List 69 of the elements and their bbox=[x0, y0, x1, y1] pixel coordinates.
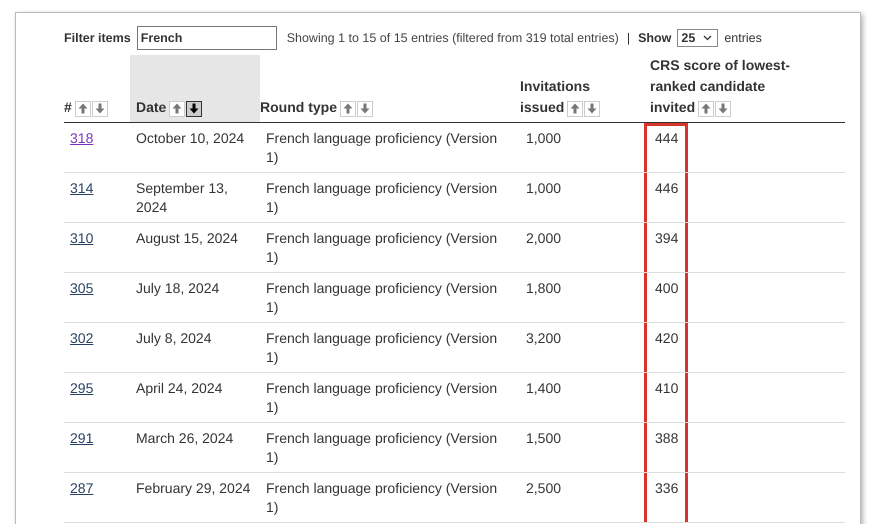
table-cell: February 29, 2024 bbox=[136, 480, 250, 496]
draw-number-link[interactable]: 318 bbox=[70, 130, 94, 146]
table-cell: 1,400 bbox=[526, 380, 562, 396]
table-cell: March 26, 2024 bbox=[136, 430, 234, 446]
header-label: # bbox=[64, 97, 108, 118]
table-cell: French language proficiency (Version 1) bbox=[266, 180, 498, 215]
outlined-cell: 444 bbox=[644, 123, 688, 172]
outlined-cell: 336 bbox=[644, 473, 688, 522]
outlined-cell: 446 bbox=[644, 173, 688, 222]
table-cell: August 15, 2024 bbox=[136, 230, 238, 246]
sort-ascending-button[interactable] bbox=[74, 100, 91, 116]
table-cell: July 8, 2024 bbox=[136, 330, 212, 346]
table-cell: 1,000 bbox=[526, 180, 562, 196]
arrow-down-icon bbox=[94, 103, 105, 114]
table-cell: French language proficiency (Version 1) bbox=[266, 230, 498, 265]
filter-input[interactable]: French bbox=[136, 26, 277, 50]
sort-ascending-button[interactable] bbox=[340, 100, 356, 116]
header-label: CRS score of lowest-ranked candidate invited bbox=[650, 56, 792, 118]
header-label: Invitations issued bbox=[520, 76, 638, 118]
show-label: Show bbox=[638, 31, 672, 45]
header-label: Date bbox=[136, 97, 202, 118]
arrow-up-icon bbox=[78, 103, 88, 114]
outlined-cell: 388 bbox=[644, 423, 688, 472]
separator: | bbox=[626, 31, 630, 45]
arrow-up-icon bbox=[570, 103, 580, 114]
sort-ascending-button[interactable] bbox=[169, 100, 186, 116]
draw-number-link[interactable]: 310 bbox=[70, 230, 94, 246]
table-cell: 1,500 bbox=[526, 430, 562, 446]
draw-number-link[interactable]: 302 bbox=[70, 330, 94, 346]
table-cell: October 10, 2024 bbox=[136, 130, 244, 146]
arrow-up-icon bbox=[701, 103, 712, 114]
table-cell: French language proficiency (Version 1) bbox=[266, 130, 498, 165]
outlined-cell: 400 bbox=[644, 273, 688, 322]
table-cell: French language proficiency (Version 1) bbox=[266, 430, 498, 465]
arrow-up-icon bbox=[343, 103, 353, 114]
table-cell: French language proficiency (Version 1) bbox=[266, 380, 498, 415]
entries-info: Showing 1 to 15 of 15 entries (filtered from 319 total entries) bbox=[286, 31, 619, 45]
outlined-cell: 410 bbox=[644, 373, 688, 422]
arrow-down-icon bbox=[189, 103, 200, 114]
arrow-down-icon bbox=[718, 103, 728, 114]
entries-label: entries bbox=[724, 31, 762, 45]
outlined-cell: 420 bbox=[644, 323, 688, 372]
table-cell: July 18, 2024 bbox=[136, 280, 220, 296]
header-label: Round type bbox=[260, 97, 373, 118]
draw-number-link[interactable]: 295 bbox=[70, 380, 94, 396]
table-cell: 2,000 bbox=[526, 230, 562, 246]
arrow-down-icon bbox=[360, 103, 370, 114]
draw-number-link[interactable]: 314 bbox=[70, 180, 94, 196]
table-cell: 1,800 bbox=[526, 280, 562, 296]
arrow-up-icon bbox=[172, 103, 182, 114]
sort-ascending-button[interactable] bbox=[567, 100, 584, 116]
table-cell: French language proficiency (Version 1) bbox=[266, 280, 498, 315]
page-length-select[interactable]: 25 bbox=[677, 29, 718, 47]
table-cell: 2,500 bbox=[526, 480, 562, 496]
draw-number-link[interactable]: 287 bbox=[70, 480, 94, 496]
outlined-cell: 394 bbox=[644, 223, 688, 272]
arrow-down-icon bbox=[587, 103, 598, 114]
table-cell: April 24, 2024 bbox=[136, 380, 222, 396]
table-cell: September 13, 2024 bbox=[136, 180, 228, 215]
chevron-down-icon bbox=[703, 35, 712, 41]
filter-label: Filter items bbox=[64, 31, 131, 45]
sort-descending-button[interactable] bbox=[186, 100, 202, 116]
table-cell: 3,200 bbox=[526, 330, 562, 346]
sort-ascending-button[interactable] bbox=[698, 100, 714, 116]
table-cell: French language proficiency (Version 1) bbox=[266, 330, 498, 365]
draw-number-link[interactable]: 305 bbox=[70, 280, 94, 296]
draw-number-link[interactable]: 291 bbox=[70, 430, 94, 446]
table-cell: French language proficiency (Version 1) bbox=[266, 480, 498, 515]
table-cell: 1,000 bbox=[526, 130, 562, 146]
